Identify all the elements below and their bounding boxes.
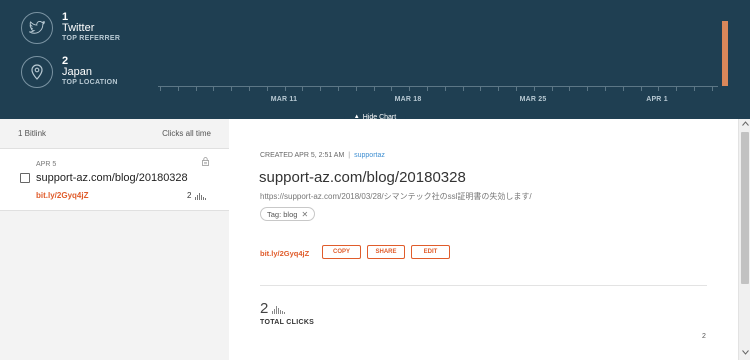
- total-clicks-label: TOTAL CLICKS: [260, 319, 315, 326]
- chart-panel: 1 Twitter TOP REFERRER 2 Japan TOP LOCAT…: [0, 0, 750, 119]
- bar-chart-icon: [272, 306, 286, 314]
- scrollbar[interactable]: [738, 119, 750, 360]
- chart-tick: [711, 86, 713, 91]
- location-label: TOP LOCATION: [62, 79, 118, 86]
- x-tick-label: MAR 25: [519, 96, 547, 103]
- twitter-icon: [21, 11, 53, 44]
- chart-tick: [516, 86, 517, 91]
- chart-bar[interactable]: [722, 21, 728, 86]
- close-icon[interactable]: ✕: [301, 210, 308, 219]
- share-button[interactable]: SHARE: [367, 245, 405, 259]
- chart-tick: [338, 86, 339, 91]
- page: 1 Twitter TOP REFERRER 2 Japan TOP LOCAT…: [0, 0, 750, 360]
- chart-tick: [640, 86, 642, 91]
- top-location-stat[interactable]: 2 Japan TOP LOCATION: [21, 55, 118, 88]
- chart-tick: [391, 86, 393, 91]
- item-clicks: 2: [187, 191, 207, 200]
- chart-tick: [569, 86, 571, 91]
- chart-tick: [533, 86, 535, 91]
- scroll-down-icon[interactable]: [739, 350, 750, 358]
- created-date: CREATED APR 5, 2:51 AM: [260, 152, 345, 159]
- chart-tick: [498, 86, 500, 91]
- chart-tick: [480, 86, 482, 91]
- list-item[interactable]: APR 5 support-az.com/blog/20180328 bit.l…: [0, 149, 229, 211]
- copy-button[interactable]: COPY: [322, 245, 361, 259]
- chart-tick: [676, 86, 678, 91]
- tag-label: Tag: blog: [267, 209, 298, 219]
- total-clicks-count: 2: [260, 300, 269, 317]
- chart-tick: [320, 86, 322, 91]
- chart-tick: [249, 86, 250, 91]
- chart-tick: [160, 86, 161, 91]
- scroll-up-icon[interactable]: [739, 121, 750, 129]
- list-header: 1 Bitlink Clicks all time: [0, 119, 229, 149]
- bitlink-detail: CREATED APR 5, 2:51 AM | supportaz suppo…: [229, 119, 738, 360]
- x-tick-label: MAR 11: [270, 96, 298, 103]
- bar-chart-icon: [195, 192, 207, 200]
- chart-tick: [605, 86, 606, 91]
- chart-tick: [177, 86, 179, 91]
- x-tick-label: MAR 18: [394, 96, 422, 103]
- chart-tick: [551, 86, 553, 91]
- location-name: Japan: [62, 66, 92, 78]
- bitlink-list: 1 Bitlink Clicks all time APR 5 support-…: [0, 119, 229, 360]
- referrer-name: Twitter: [62, 22, 95, 34]
- chart-tick: [462, 86, 464, 91]
- chart-tick: [195, 86, 197, 91]
- chart-tick: [266, 86, 268, 91]
- chart-tick: [231, 86, 233, 91]
- chart-count-value: 2: [702, 333, 706, 340]
- chart-tick: [658, 86, 660, 91]
- chart-tick: [284, 86, 286, 91]
- divider: [260, 285, 707, 286]
- referrer-label: TOP REFERRER: [62, 35, 121, 42]
- item-short-link[interactable]: bit.ly/2Gyq4jZ: [36, 191, 88, 200]
- chart-tick: [373, 86, 375, 91]
- detail-title[interactable]: support-az.com/blog/20180328: [259, 169, 466, 186]
- tag-chip[interactable]: Tag: blog ✕: [260, 207, 316, 221]
- item-clicks-count: 2: [187, 191, 192, 200]
- chart-tick: [694, 86, 695, 91]
- chart-tick: [622, 86, 624, 91]
- lock-icon: [202, 157, 209, 166]
- chart-tick: [213, 86, 215, 91]
- chart-tick: [409, 86, 411, 91]
- sort-label[interactable]: Clicks all time: [162, 129, 211, 138]
- edit-button[interactable]: EDIT: [411, 245, 450, 259]
- location-pin-icon: [21, 55, 53, 88]
- meta-separator: |: [348, 152, 351, 159]
- chart-tick: [587, 86, 589, 91]
- user-link[interactable]: supportaz: [354, 152, 385, 159]
- item-title[interactable]: support-az.com/blog/20180328: [36, 172, 188, 184]
- detail-short-link[interactable]: bit.ly/2Gyq4jZ: [260, 249, 309, 258]
- created-meta: CREATED APR 5, 2:51 AM | supportaz: [260, 152, 385, 159]
- chart-tick: [427, 86, 428, 91]
- item-checkbox[interactable]: [20, 173, 30, 183]
- total-clicks: 2: [260, 300, 286, 317]
- x-tick-label: APR 1: [646, 96, 668, 103]
- chart-tick: [355, 86, 357, 91]
- chart-tick: [444, 86, 446, 91]
- chart-x-axis: [158, 86, 718, 87]
- chart-tick: [302, 86, 304, 91]
- item-date: APR 5: [36, 161, 57, 168]
- scrollbar-thumb[interactable]: [741, 132, 749, 284]
- long-url[interactable]: https://support-az.com/2018/03/28/シマンテック…: [260, 191, 532, 202]
- bitlink-count: 1 Bitlink: [18, 129, 47, 138]
- top-referrer-stat[interactable]: 1 Twitter TOP REFERRER: [21, 11, 120, 44]
